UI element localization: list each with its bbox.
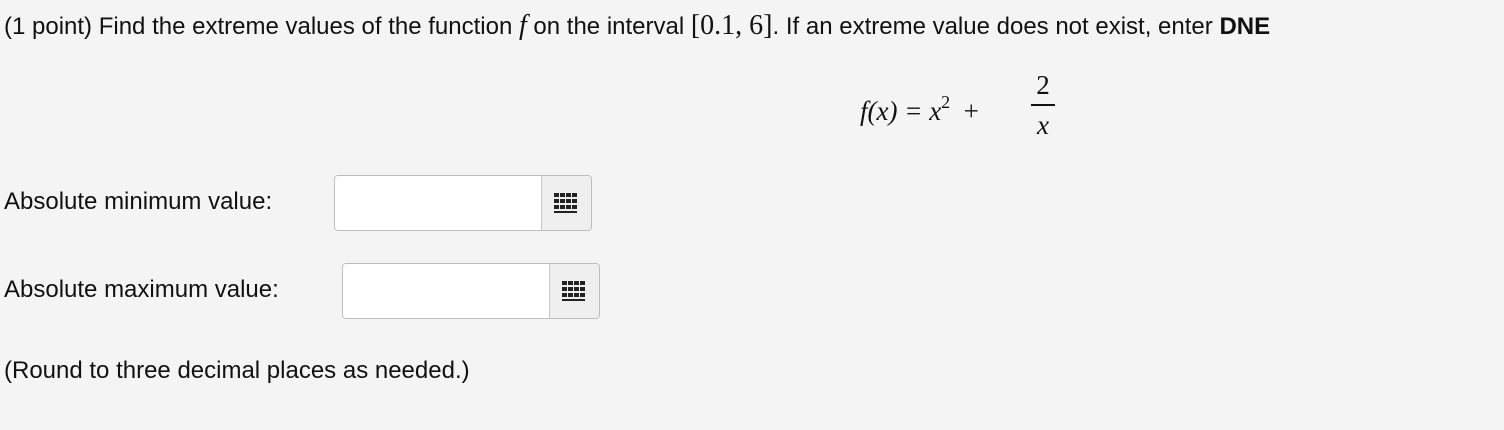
absolute-minimum-input[interactable] [335, 176, 541, 230]
formula-lhs: f(x) = x2 + [860, 92, 979, 127]
absolute-maximum-answer-box [342, 263, 600, 319]
absolute-minimum-label: Absolute minimum value: [4, 188, 273, 215]
function-symbol: f [518, 10, 527, 41]
fraction-numerator: 2 [1036, 70, 1050, 100]
dne-keyword: DNE [1219, 13, 1271, 40]
absolute-minimum-answer-box [334, 175, 592, 231]
formula-fraction: 2 x [1030, 70, 1056, 140]
problem-text: Find the extreme values of the function [98, 13, 513, 40]
formula-exponent: 2 [941, 92, 951, 112]
grid-palette-icon [562, 281, 586, 301]
problem-text-dne-instruction: . If an extreme value does not exist, en… [772, 13, 1213, 40]
absolute-maximum-palette-button[interactable] [548, 264, 599, 318]
absolute-minimum-palette-button[interactable] [540, 176, 591, 230]
formula-main: f(x) = x [860, 96, 942, 126]
problem-text-interval: on the interval [533, 13, 685, 40]
point-label: (1 point) [4, 13, 93, 40]
absolute-maximum-input[interactable] [343, 264, 549, 318]
rounding-note: (Round to three decimal places as needed… [4, 357, 470, 384]
problem-statement: (1 point) Find the extreme values of the… [4, 8, 1270, 45]
absolute-maximum-label: Absolute maximum value: [4, 276, 279, 303]
fraction-bar [1031, 104, 1055, 106]
fraction-denominator: x [1037, 110, 1049, 140]
formula-plus: + [963, 96, 979, 126]
interval: [0.1, 6] [690, 10, 773, 41]
grid-palette-icon [554, 193, 578, 213]
